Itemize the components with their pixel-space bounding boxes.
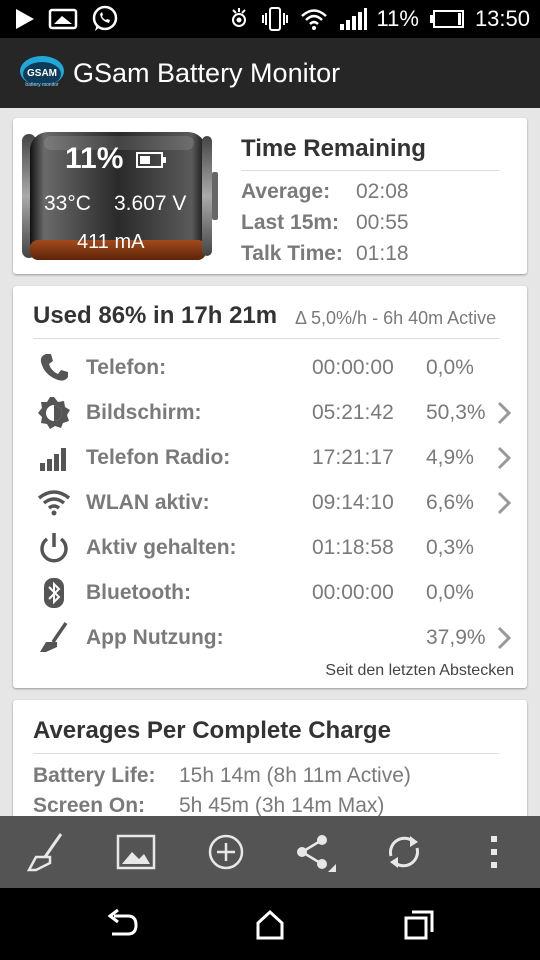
usage-label: Aktiv gehalten: bbox=[86, 536, 237, 559]
averages-row: Battery Life: 15h 14m (8h 11m Active) bbox=[33, 764, 411, 788]
whatsapp-icon bbox=[92, 5, 118, 31]
row-value: 01:18 bbox=[356, 242, 409, 265]
row-value: 00:55 bbox=[356, 211, 409, 234]
usage-headline: Used 86% in 17h 21m bbox=[33, 302, 278, 329]
usage-row-bildschirm[interactable]: Bildschirm: 05:21:42 50,3% bbox=[13, 390, 527, 435]
usage-percent: 0,0% bbox=[426, 581, 474, 604]
power-icon bbox=[40, 533, 68, 563]
battery-status-card[interactable]: 11% 33°C 3.607 V 411 mA Time Remaining A… bbox=[13, 118, 527, 274]
row-value: 5h 45m (3h 14m Max) bbox=[179, 794, 385, 817]
vibrate-icon bbox=[261, 7, 288, 31]
usage-label: Telefon: bbox=[86, 356, 167, 379]
row-label: Screen On: bbox=[33, 794, 146, 817]
row-label: Average: bbox=[241, 180, 331, 203]
back-icon[interactable] bbox=[100, 908, 140, 942]
overflow-menu-icon[interactable] bbox=[472, 830, 516, 874]
battery-percent: 11% bbox=[65, 142, 124, 175]
usage-time: 01:18:58 bbox=[312, 536, 394, 559]
row-label: Talk Time: bbox=[241, 242, 343, 265]
usage-label: Telefon Radio: bbox=[86, 446, 231, 469]
navigation-bar bbox=[0, 888, 540, 960]
row-value: 02:08 bbox=[356, 180, 409, 203]
divider bbox=[33, 338, 499, 339]
gyroscope-icon bbox=[231, 8, 246, 27]
usage-time: 05:21:42 bbox=[312, 401, 394, 424]
usage-footer: Seit den letzten Abstecken bbox=[325, 662, 514, 679]
time-remaining-row: Last 15m: 00:55 bbox=[241, 211, 409, 235]
usage-label: Bluetooth: bbox=[86, 581, 191, 604]
row-label: Last 15m: bbox=[241, 211, 340, 234]
app-title: GSam Battery Monitor bbox=[73, 58, 341, 88]
averages-title: Averages Per Complete Charge bbox=[33, 717, 391, 744]
system-status-icons: 11% 13:50 bbox=[227, 0, 530, 38]
battery-temperature: 33°C bbox=[44, 192, 91, 215]
broom-icon[interactable] bbox=[24, 830, 68, 874]
clock: 13:50 bbox=[474, 6, 530, 31]
share-icon[interactable] bbox=[292, 830, 336, 874]
add-circle-icon[interactable] bbox=[204, 830, 248, 874]
time-remaining-title: Time Remaining bbox=[241, 135, 426, 162]
usage-percent: 6,6% bbox=[426, 491, 474, 514]
chevron-right-icon[interactable] bbox=[495, 490, 513, 516]
app-bar: GSAM battery monitor GSam Battery Monito… bbox=[0, 38, 540, 108]
divider bbox=[33, 753, 499, 754]
status-bar: 11% 13:50 bbox=[0, 0, 540, 38]
bluetooth-icon bbox=[44, 578, 64, 608]
bottom-toolbar bbox=[0, 816, 540, 888]
usage-time: 00:00:00 bbox=[312, 581, 394, 604]
chevron-right-icon[interactable] bbox=[495, 445, 513, 471]
row-value: 15h 14m (8h 11m Active) bbox=[179, 764, 411, 787]
battery-current: 411 mA bbox=[77, 231, 145, 253]
usage-label: App Nutzung: bbox=[86, 626, 224, 649]
chevron-right-icon[interactable] bbox=[495, 625, 513, 651]
phone-icon bbox=[40, 354, 68, 381]
battery-small-icon bbox=[136, 152, 166, 168]
wifi-icon bbox=[37, 490, 71, 516]
usage-row-telefon-radio[interactable]: Telefon Radio: 17:21:17 4,9% bbox=[13, 435, 527, 480]
notification-icons bbox=[12, 4, 120, 34]
usage-time: 00:00:00 bbox=[312, 356, 394, 379]
usage-row-telefon[interactable]: Telefon: 00:00:00 0,0% bbox=[13, 345, 527, 390]
usage-percent: 0,3% bbox=[426, 536, 474, 559]
usage-label: WLAN aktiv: bbox=[86, 491, 210, 514]
usage-subline: Δ 5,0%/h - 6h 40m Active bbox=[295, 308, 497, 328]
logo-text: GSAM bbox=[27, 68, 57, 79]
logo-subtext: battery monitor bbox=[25, 82, 59, 88]
usage-percent: 0,0% bbox=[426, 356, 474, 379]
brightness-icon bbox=[38, 397, 70, 429]
usage-percent: 37,9% bbox=[426, 626, 486, 649]
usage-card: Used 86% in 17h 21m Δ 5,0%/h - 6h 40m Ac… bbox=[13, 286, 527, 688]
time-remaining-row: Talk Time: 01:18 bbox=[241, 242, 409, 266]
recent-apps-icon[interactable] bbox=[400, 908, 440, 942]
wifi-icon bbox=[300, 9, 327, 30]
usage-time: 09:14:10 bbox=[312, 491, 394, 514]
usage-percent: 4,9% bbox=[426, 446, 474, 469]
signal-icon bbox=[339, 8, 367, 30]
home-icon[interactable] bbox=[250, 908, 290, 942]
time-remaining-row: Average: 02:08 bbox=[241, 180, 409, 204]
usage-percent: 50,3% bbox=[426, 401, 486, 424]
row-label: Battery Life: bbox=[33, 764, 156, 787]
chevron-right-icon[interactable] bbox=[495, 400, 513, 426]
usage-label: Bildschirm: bbox=[86, 401, 202, 424]
averages-card[interactable]: Averages Per Complete Charge Battery Lif… bbox=[13, 700, 527, 820]
averages-row: Screen On: 5h 45m (3h 14m Max) bbox=[33, 794, 384, 818]
app-logo[interactable]: GSAM battery monitor bbox=[17, 54, 67, 92]
usage-row-aktiv-gehalten[interactable]: Aktiv gehalten: 01:18:58 0,3% bbox=[13, 525, 527, 570]
usage-row-bluetooth[interactable]: Bluetooth: 00:00:00 0,0% bbox=[13, 570, 527, 615]
battery-percent-text: 11% bbox=[376, 6, 419, 31]
broom-icon bbox=[40, 622, 68, 652]
play-icon bbox=[16, 9, 34, 29]
usage-row-wlan[interactable]: WLAN aktiv: 09:14:10 6,6% bbox=[13, 480, 527, 525]
image-icon bbox=[48, 8, 78, 30]
usage-row-app-nutzung[interactable]: App Nutzung: 37,9% bbox=[13, 615, 527, 660]
battery-voltage: 3.607 V bbox=[114, 192, 187, 215]
refresh-icon[interactable] bbox=[382, 830, 426, 874]
image-icon[interactable] bbox=[114, 830, 158, 874]
usage-time: 17:21:17 bbox=[312, 446, 394, 469]
divider bbox=[241, 170, 499, 171]
signal-bars-icon bbox=[40, 448, 66, 471]
battery-icon bbox=[429, 10, 464, 28]
